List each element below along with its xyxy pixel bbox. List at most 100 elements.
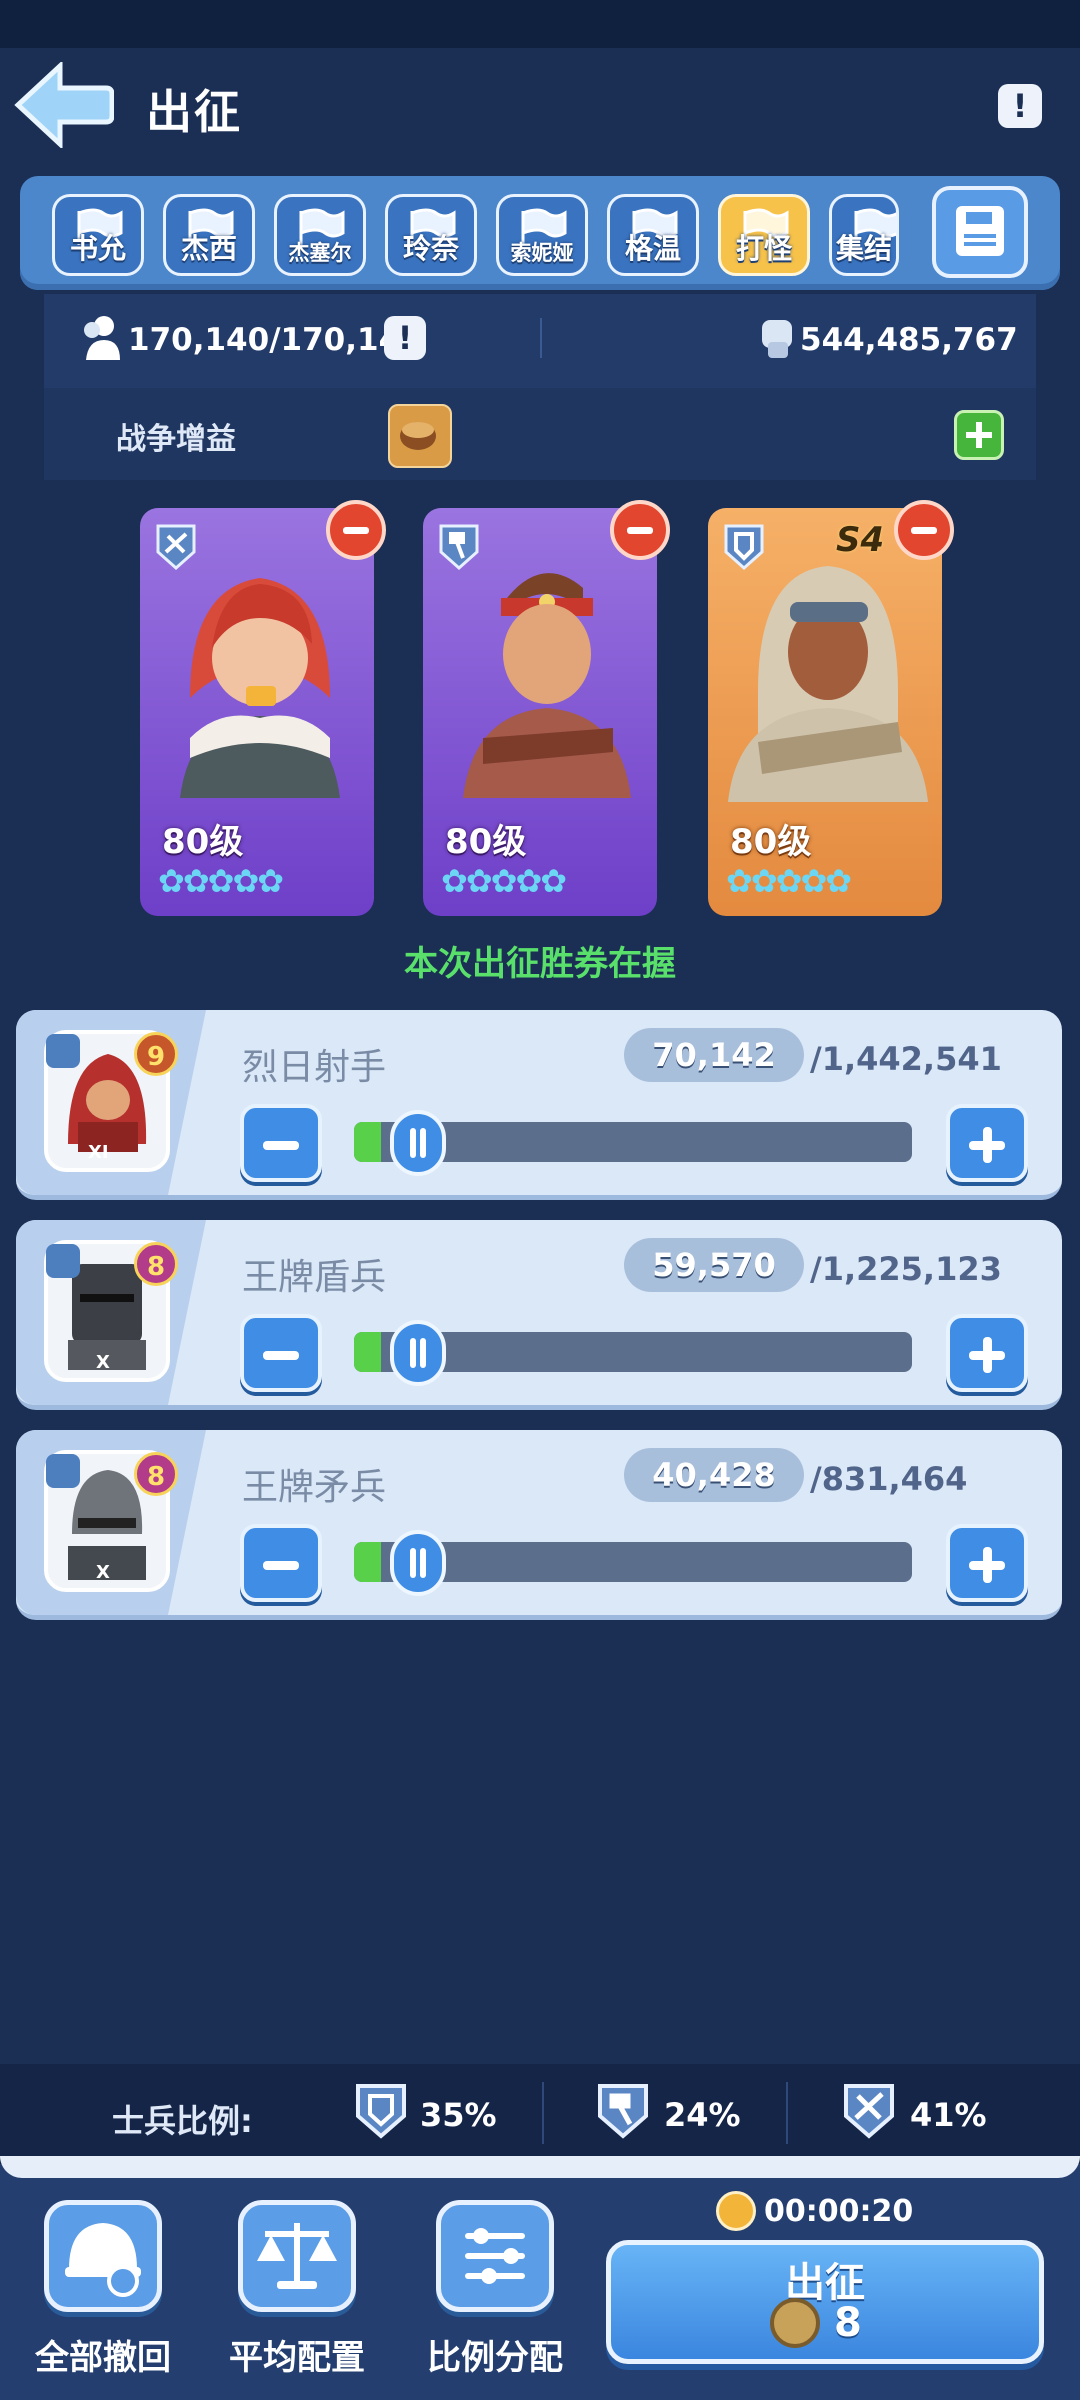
helmet-recall-icon	[65, 2223, 141, 2297]
decrease-troop-button[interactable]	[240, 1524, 322, 1602]
tab-preset-1[interactable]: 书允	[52, 194, 144, 276]
drum-icon	[400, 422, 436, 450]
troop-name: 王牌盾兵	[242, 1257, 387, 1298]
troop-row-spear: 8 X 王牌矛兵 40,428 /831,464	[16, 1430, 1062, 1620]
troop-max: /1,225,123	[810, 1250, 1002, 1288]
tab-preset-8[interactable]: 集结	[829, 194, 899, 276]
tab-preset-4[interactable]: 玲奈	[385, 194, 477, 276]
troop-tier: XI	[88, 1142, 109, 1163]
page-title: 出征	[146, 85, 242, 139]
remove-hero-button-2[interactable]	[610, 500, 670, 560]
hero-level: 80级	[730, 822, 812, 862]
troop-rank-badge: 9	[134, 1032, 178, 1076]
troop-slider-fill	[354, 1542, 382, 1582]
average-config-label: 平均配置	[229, 2338, 365, 2378]
hammer-icon	[598, 2084, 648, 2139]
march-time: 00:00:20	[764, 2193, 914, 2229]
troop-tier: X	[96, 1562, 110, 1583]
hero-level: 80级	[162, 822, 244, 862]
troop-slider-handle[interactable]	[390, 1320, 446, 1386]
ratio-spear-value: 24%	[664, 2096, 741, 2134]
soldier-ratio-label: 士兵比例:	[112, 2102, 253, 2140]
troop-slider-handle[interactable]	[390, 1110, 446, 1176]
hero-stars: ✿✿✿✿✿	[158, 862, 284, 900]
tab-preset-6[interactable]: 格温	[607, 194, 699, 276]
crossbow-icon	[46, 1034, 80, 1068]
tab-label: 杰西	[180, 232, 237, 265]
tab-preset-2[interactable]: 杰西	[163, 194, 255, 276]
hero-portrait	[463, 573, 631, 798]
hero-level: 80级	[445, 822, 527, 862]
decrease-troop-button[interactable]	[240, 1314, 322, 1392]
march-cost: 8	[770, 2298, 862, 2348]
ratio-assign-button[interactable]	[436, 2200, 554, 2312]
troop-row-shield: 8 X 王牌盾兵 59,570 /1,225,123	[16, 1220, 1062, 1410]
exclamation-icon: !	[1012, 87, 1028, 125]
save-preset-button[interactable]	[932, 186, 1028, 278]
remove-hero-button-1[interactable]	[326, 500, 386, 560]
hammer-icon	[46, 1454, 80, 1488]
march-cost-value: 8	[834, 2300, 862, 2346]
hero-card-3[interactable]: S4 80级 ✿✿✿✿✿	[708, 508, 942, 916]
info-button[interactable]: !	[998, 84, 1042, 128]
troop-rank-badge: 8	[134, 1452, 178, 1496]
troop-tier: X	[96, 1352, 110, 1373]
tab-label: 杰塞尔	[288, 241, 352, 265]
troop-capacity: 170,140/170,140	[128, 322, 422, 358]
tab-label: 书允	[69, 232, 126, 265]
troop-count-input[interactable]: 40,428	[624, 1448, 804, 1502]
recall-all-label: 全部撤回	[35, 2338, 171, 2378]
snow-decoration	[0, 2156, 1080, 2178]
plus-icon	[966, 422, 992, 448]
war-buff-label: 战争增益	[116, 422, 236, 457]
troop-count-input[interactable]: 70,142	[624, 1028, 804, 1082]
decrease-troop-button[interactable]	[240, 1104, 322, 1182]
war-buff-icon[interactable]	[388, 404, 452, 468]
troops-icon	[84, 316, 120, 360]
tab-preset-7[interactable]: 打怪	[718, 194, 810, 276]
back-button[interactable]	[14, 60, 115, 150]
sliders-icon	[465, 2228, 525, 2284]
ratio-shield-value: 35%	[420, 2096, 497, 2134]
troop-slider-fill	[354, 1122, 382, 1162]
hero-card-2[interactable]: 80级 ✿✿✿✿✿	[423, 508, 657, 916]
total-power: 544,485,767	[800, 322, 1018, 358]
hero-card-1[interactable]: 80级 ✿✿✿✿✿	[140, 508, 374, 916]
add-buff-button[interactable]	[954, 410, 1004, 460]
troop-slider-handle[interactable]	[390, 1530, 446, 1596]
food-can-icon	[770, 2298, 820, 2348]
status-bar	[0, 0, 1080, 48]
troop-slider-fill	[354, 1332, 382, 1372]
ratio-archer-value: 41%	[910, 2096, 987, 2134]
arrow-left-icon	[14, 60, 115, 150]
hero-portrait	[728, 566, 928, 802]
exclamation-icon: !	[397, 319, 413, 357]
shield-icon	[46, 1244, 80, 1278]
tab-label: 索妮娅	[510, 241, 574, 265]
hero-stars: ✿✿✿✿✿	[441, 862, 567, 900]
remove-hero-button-3[interactable]	[894, 500, 954, 560]
tab-label: 打怪	[735, 232, 792, 265]
troop-name: 王牌矛兵	[242, 1467, 387, 1508]
save-icon	[956, 206, 1004, 256]
tab-preset-3[interactable]: 杰塞尔	[274, 194, 366, 276]
tab-label: 格温	[624, 232, 681, 265]
ratio-assign-label: 比例分配	[427, 2338, 563, 2378]
hero-stars: ✿✿✿✿✿	[726, 862, 852, 900]
recall-all-button[interactable]	[44, 2200, 162, 2312]
increase-troop-button[interactable]	[946, 1104, 1028, 1182]
troop-name: 烈日射手	[242, 1047, 387, 1088]
increase-troop-button[interactable]	[946, 1314, 1028, 1392]
clock-icon	[716, 2191, 756, 2231]
shield-icon	[356, 2084, 406, 2139]
march-timer: 00:00:20	[716, 2188, 913, 2234]
victory-prediction-text: 本次出征胜券在握	[404, 944, 676, 984]
average-config-button[interactable]	[238, 2200, 356, 2312]
capacity-info-button[interactable]: !	[384, 316, 426, 360]
tab-preset-5[interactable]: 索妮娅	[496, 194, 588, 276]
divider	[786, 2082, 788, 2144]
troop-max: /831,464	[810, 1460, 968, 1498]
troop-count-input[interactable]: 59,570	[624, 1238, 804, 1292]
divider	[542, 2082, 544, 2144]
increase-troop-button[interactable]	[946, 1524, 1028, 1602]
